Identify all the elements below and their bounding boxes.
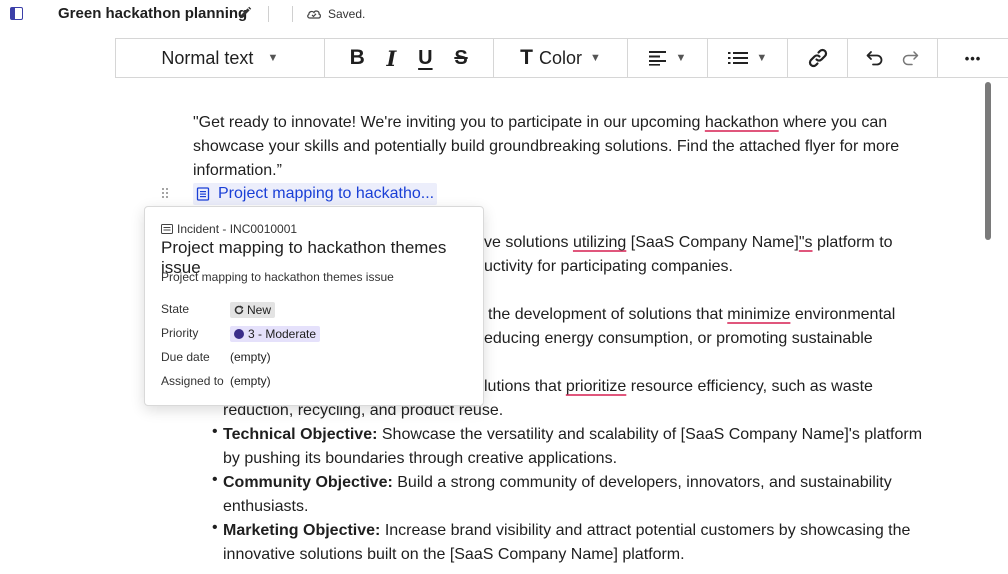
cloud-check-icon	[307, 10, 321, 19]
spellcheck-word[interactable]: "s	[799, 234, 813, 251]
paragraph-line[interactable]: lutions that prioritize resource efficie…	[484, 375, 873, 399]
due-date-value: (empty)	[230, 350, 271, 364]
bullet-marker: •	[212, 423, 218, 440]
list-item-label: Community Objective:	[223, 474, 393, 491]
text-run: platform to	[812, 234, 893, 251]
assigned-to-value: (empty)	[230, 374, 271, 388]
color-dropdown[interactable]: T Color ▼	[494, 39, 629, 77]
list-item-label: Technical Objective:	[223, 426, 378, 443]
list-item-text: Increase brand visibility and attract po…	[380, 522, 911, 539]
more-icon: •••	[964, 50, 982, 66]
undo-icon[interactable]	[866, 50, 884, 66]
spellcheck-word[interactable]: prioritize	[566, 378, 626, 395]
list-item[interactable]: Technical Objective: Showcase the versat…	[223, 423, 922, 447]
chevron-down-icon: ▼	[267, 52, 279, 64]
link-icon	[808, 48, 827, 68]
more-options-button[interactable]: •••	[938, 39, 1008, 77]
list-icon	[728, 52, 749, 64]
text-run: "Get ready to innovate! We're inviting y…	[193, 114, 705, 131]
color-label: Color	[538, 47, 582, 68]
list-item-text: Showcase the versatility and scalability…	[377, 426, 923, 443]
intro-paragraph-line[interactable]: information.”	[193, 159, 282, 183]
paragraph-line[interactable]: the development of solutions that minimi…	[488, 303, 895, 327]
spellcheck-word[interactable]: utilizing	[573, 234, 626, 251]
spellcheck-word[interactable]: hackathon	[705, 114, 779, 131]
list-item-label: Marketing Objective:	[223, 522, 381, 539]
align-icon	[649, 51, 667, 66]
redo-icon[interactable]	[901, 50, 919, 66]
text-run: where you can	[778, 114, 888, 131]
due-date-label: Due date	[161, 350, 210, 364]
assigned-to-label: Assigned to	[161, 374, 224, 388]
divider	[292, 6, 293, 22]
record-preview-popover: Incident - INC0010001 Project mapping to…	[144, 206, 484, 406]
incident-icon	[161, 224, 173, 234]
list-item-continuation[interactable]: innovative solutions built on the [SaaS …	[223, 543, 685, 567]
list-item[interactable]: Community Objective: Build a strong comm…	[223, 471, 892, 495]
align-dropdown[interactable]: ▼	[628, 39, 709, 77]
divider	[268, 6, 269, 22]
bullet-marker: •	[212, 519, 218, 536]
formatting-toolbar: Normal text ▼ B I U S T Color ▼ ▼ ▼ •••	[115, 38, 1008, 78]
underline-button[interactable]: U	[418, 47, 432, 70]
text-run: lutions that	[484, 378, 566, 395]
text-color-icon: T	[520, 46, 533, 69]
bold-button[interactable]: B	[350, 46, 365, 70]
text-run: environmental	[790, 306, 896, 323]
document-icon	[196, 187, 210, 201]
record-number: Incident - INC0010001	[177, 222, 298, 236]
history-group	[848, 39, 939, 77]
priority-label: Priority	[161, 326, 199, 340]
state-value: New	[247, 303, 272, 317]
linked-record-title: Project mapping to hackatho...	[218, 185, 435, 202]
insert-link-button[interactable]	[788, 39, 849, 77]
list-item-continuation[interactable]: by pushing its boundaries through creati…	[223, 447, 617, 471]
chevron-down-icon: ▼	[675, 52, 687, 64]
bullet-marker: •	[212, 471, 218, 488]
list-item[interactable]: Marketing Objective: Increase brand visi…	[223, 519, 910, 543]
text-run: resource efficiency, such as waste	[626, 378, 873, 395]
state-label: State	[161, 302, 190, 316]
refresh-icon	[234, 305, 244, 315]
chevron-down-icon: ▼	[589, 52, 601, 64]
paragraph-line[interactable]: uctivity for participating companies.	[484, 255, 733, 279]
text-run: ve solutions	[484, 234, 573, 251]
text-run: [SaaS Company Name]	[626, 234, 799, 251]
vertical-scrollbar[interactable]	[985, 82, 991, 240]
italic-button[interactable]: I	[387, 46, 397, 71]
list-item-continuation[interactable]: enthusiasts.	[223, 495, 308, 519]
intro-paragraph-line[interactable]: "Get ready to innovate! We're inviting y…	[193, 111, 887, 135]
list-dropdown[interactable]: ▼	[708, 39, 789, 77]
linked-record-chip[interactable]: Project mapping to hackatho...	[193, 183, 438, 205]
drag-handle-icon[interactable]	[161, 187, 169, 201]
priority-dot-icon	[234, 329, 244, 339]
text-run: the development of solutions that	[488, 306, 728, 323]
text-style-dropdown[interactable]: Normal text ▼	[116, 39, 325, 77]
intro-paragraph-line[interactable]: showcase your skills and potentially bui…	[193, 135, 899, 159]
save-status: Saved.	[328, 7, 366, 21]
state-badge: New	[230, 302, 276, 318]
strikethrough-button[interactable]: S	[454, 47, 467, 70]
top-bar: Green hackathon planning Saved.	[0, 0, 1008, 28]
sidebar-toggle-icon[interactable]	[10, 7, 23, 20]
spellcheck-word[interactable]: minimize	[727, 306, 790, 323]
pencil-icon[interactable]	[238, 6, 252, 20]
priority-value: 3 - Moderate	[248, 327, 317, 341]
paragraph-line[interactable]: ve solutions utilizing [SaaS Company Nam…	[484, 231, 893, 255]
text-format-group: B I U S	[325, 39, 494, 77]
text-style-label: Normal text	[161, 47, 254, 68]
priority-badge: 3 - Moderate	[230, 326, 321, 342]
document-title[interactable]: Green hackathon planning	[58, 5, 247, 22]
record-meta: Incident - INC0010001	[161, 222, 297, 236]
chevron-down-icon: ▼	[756, 52, 768, 64]
list-item-text: Build a strong community of developers, …	[392, 474, 892, 491]
paragraph-line[interactable]: educing energy consumption, or promoting…	[484, 327, 873, 351]
record-description: Project mapping to hackathon themes issu…	[161, 270, 394, 284]
